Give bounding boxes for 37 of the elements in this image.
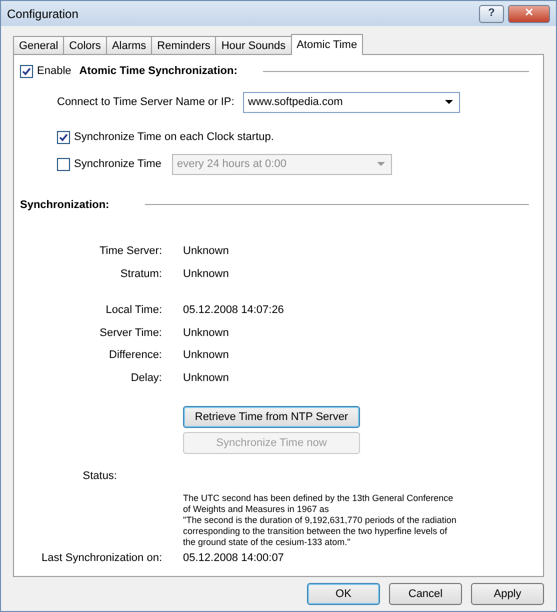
tab[interactable]: Reminders <box>151 36 216 54</box>
info-value: Unknown <box>183 348 230 363</box>
field-label: Connect to Time Server Name or IP: <box>57 94 236 110</box>
info-label: Difference: <box>108 348 162 363</box>
checkbox[interactable] <box>20 64 33 78</box>
checkbox-label: Enable <box>37 64 72 79</box>
info-label: Delay: <box>130 370 162 386</box>
status-text: The UTC second has been defined by the 13th General Conference of Weights and Measures in 1967 as "The second is the duration of 9,192,631,770 periods of the radiation corresponding to the transition between the two hyperfine levels of the ground state of the cesium-133 atom." <box>183 492 458 548</box>
section-heading: Synchronization: <box>20 198 110 212</box>
tab[interactable]: Hour Sounds <box>215 36 292 54</box>
window-title: Configuration <box>7 6 78 22</box>
info-value: Unknown <box>183 266 230 282</box>
checkbox-label: Synchronize Time on each Clock startup. <box>74 130 274 145</box>
status-label: Status: <box>82 469 117 484</box>
section-heading: Atomic Time Synchronization: <box>79 64 238 79</box>
dialog-button[interactable]: Cancel <box>389 583 462 605</box>
dialog-button[interactable]: Apply <box>471 583 544 605</box>
info-value: Unknown <box>183 370 230 386</box>
tab[interactable]: Alarms <box>106 36 152 54</box>
info-label: Stratum: <box>119 266 162 282</box>
help-button[interactable]: ? <box>479 4 504 22</box>
action-button[interactable]: Retrieve Time from NTP Server <box>183 406 360 428</box>
tab[interactable]: Colors <box>63 36 107 54</box>
info-label: Time Server: <box>98 244 162 259</box>
tab[interactable]: General <box>13 36 64 54</box>
info-value: Unknown <box>183 244 230 259</box>
tab[interactable]: Atomic Time <box>290 34 364 55</box>
info-label: Last Synchronization on: <box>40 550 162 566</box>
checkbox-label: Synchronize Time <box>74 156 162 172</box>
checkbox[interactable] <box>57 130 70 144</box>
info-label: Server Time: <box>98 326 162 340</box>
dialog-button[interactable]: OK <box>307 583 380 605</box>
info-label: Local Time: <box>104 303 162 318</box>
info-value: Unknown <box>183 326 230 340</box>
info-value: 05.12.2008 14:07:26 <box>183 303 285 318</box>
info-value: 05.12.2008 14:00:07 <box>183 550 285 566</box>
server-combo[interactable]: www.softpedia.com <box>243 92 460 112</box>
